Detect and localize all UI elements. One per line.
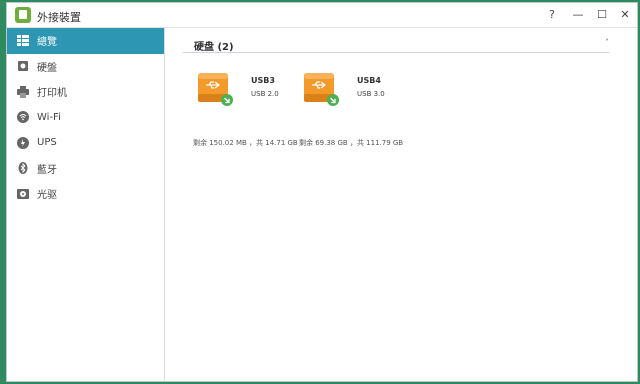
sidebar-item-label: 打印机 [37,88,67,100]
section-title: 硬盘 (2) [194,42,234,53]
main-panel: 硬盘 (2) ˄ USB3 USB 2.0 剩余 150.02 MB ，共 14… [165,28,637,381]
sidebar-item-ups[interactable]: UPS [7,130,164,156]
sidebar-item-bluetooth[interactable]: 藍牙 [7,156,164,182]
maximize-button[interactable]: ☐ [593,6,611,24]
drive-name: USB4 [357,76,381,85]
drive-space: 剩余 150.02 MB ，共 14.71 GB [193,139,298,147]
wifi-icon [17,111,29,124]
overview-icon [17,35,29,47]
help-button[interactable]: ? [543,6,561,24]
external-devices-window: 外接裝置 ? — ☐ ✕ 總覽 硬盤 打印机 Wi-Fi UPS 藍牙 光驱 硬… [6,2,638,382]
minimize-button[interactable]: — [569,6,587,24]
window-title: 外接裝置 [37,11,81,24]
sidebar-item-label: 光驱 [37,190,57,202]
drive-type: USB 2.0 [251,90,279,98]
collapse-icon[interactable]: ˄ [605,38,609,47]
drive-card[interactable]: USB4 USB 3.0 剩余 69.38 GB ，共 111.79 GB [299,70,409,147]
sidebar-item-label: UPS [37,137,57,149]
optical-drive-icon [17,188,29,200]
sidebar: 總覽 硬盤 打印机 Wi-Fi UPS 藍牙 光驱 [7,28,165,381]
sidebar-item-disk[interactable]: 硬盤 [7,54,164,80]
bluetooth-icon [17,162,29,175]
sidebar-item-label: 總覽 [37,37,57,49]
disk-icon [17,60,29,72]
ups-icon [17,136,29,149]
drive-type: USB 3.0 [357,90,385,98]
sidebar-item-wifi[interactable]: Wi-Fi [7,105,164,131]
app-icon [15,7,31,23]
disk-section-header[interactable]: 硬盘 (2) ˄ [183,35,609,53]
drive-card[interactable]: USB3 USB 2.0 剩余 150.02 MB ，共 14.71 GB [193,70,303,147]
close-button[interactable]: ✕ [616,6,634,24]
sidebar-item-optical-drive[interactable]: 光驱 [7,181,164,207]
drive-space: 剩余 69.38 GB ，共 111.79 GB [299,139,404,147]
sidebar-item-printer[interactable]: 打印机 [7,79,164,105]
title-bar[interactable]: 外接裝置 ? — ☐ ✕ [7,3,637,28]
sidebar-item-label: 藍牙 [37,164,57,176]
printer-icon [17,85,29,98]
sidebar-item-overview[interactable]: 總覽 [7,28,164,54]
sidebar-item-label: Wi-Fi [37,111,61,123]
usb-drive-icon [197,70,237,108]
sidebar-item-label: 硬盤 [37,62,57,74]
usb-drive-icon [303,70,343,108]
drive-name: USB3 [251,76,275,85]
